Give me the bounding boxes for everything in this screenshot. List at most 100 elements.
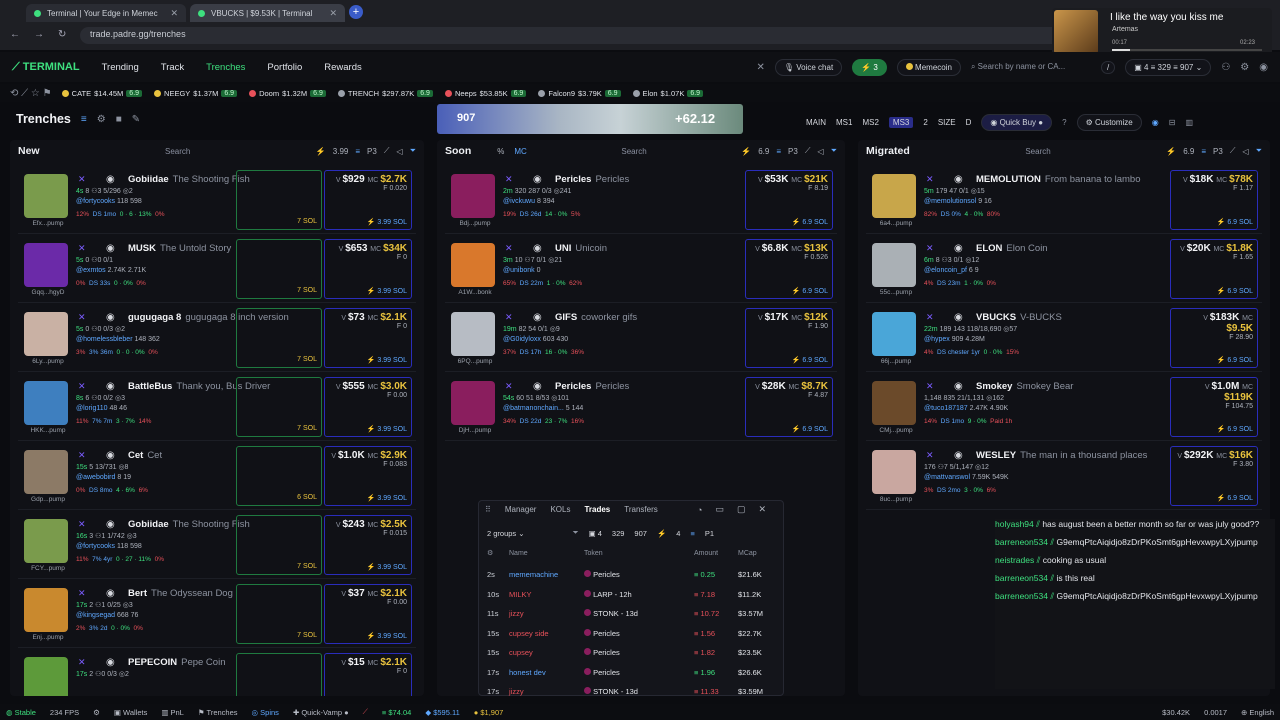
close-icon[interactable]: ✕ xyxy=(758,504,766,515)
mode-ms1[interactable]: MS1 xyxy=(836,118,852,127)
social-x-icon[interactable]: ✕ xyxy=(78,519,86,530)
token-avatar[interactable] xyxy=(872,450,916,494)
mode-ms2[interactable]: MS2 xyxy=(862,118,878,127)
trade-row[interactable]: 17s honest dev Pericles ≡ 1.96 $26.6K xyxy=(479,663,785,682)
trade-token[interactable]: Pericles xyxy=(584,628,694,638)
creator-handle[interactable]: @tuco187187 xyxy=(924,405,968,412)
quick-buy-box[interactable]: 7 SOL xyxy=(236,377,322,437)
ticker-item[interactable]: TRENCH $297.87K 6.9 xyxy=(337,89,433,98)
mode-2[interactable]: 2 xyxy=(923,118,927,127)
social-x-icon[interactable]: ✕ xyxy=(926,381,934,392)
eye-icon[interactable]: ◉ xyxy=(954,174,963,185)
buy-button[interactable]: ⚡ 6.9 SOL xyxy=(1217,494,1253,502)
spins-button[interactable]: ◎ Spins xyxy=(252,708,279,717)
buy-button[interactable]: ⚡ 6.9 SOL xyxy=(792,425,828,433)
eye-icon[interactable]: ◉ xyxy=(106,174,115,185)
edit-icon[interactable]: ✎ xyxy=(132,114,140,125)
social-x-icon[interactable]: ✕ xyxy=(926,312,934,323)
social-x-icon[interactable]: ✕ xyxy=(505,174,513,185)
token-card[interactable]: CMj...pump ✕ ◉ Smokey Smokey Bear 1,148 8… xyxy=(866,377,1262,441)
creator-handle[interactable]: @fortycooks xyxy=(76,198,115,205)
new-tab-button[interactable]: + xyxy=(349,5,363,19)
creator-handle[interactable]: @exmtos xyxy=(76,267,106,274)
trader-name[interactable]: honest dev xyxy=(509,668,584,677)
memecoin-toggle[interactable]: Memecoin xyxy=(896,58,961,76)
ticker-item[interactable]: Falcon9 $3.79K 6.9 xyxy=(538,89,621,98)
creator-handle[interactable]: @memolutionsol xyxy=(924,198,976,205)
buy-button[interactable]: ⚡ 6.9 SOL xyxy=(1217,218,1253,226)
token-avatar[interactable] xyxy=(24,450,68,494)
layout-icon[interactable]: ▥ xyxy=(1185,118,1193,127)
chart-icon[interactable]: ⟋ xyxy=(1230,146,1236,156)
token-address[interactable]: A1W...bonk xyxy=(445,289,505,296)
column-preset[interactable]: P3 xyxy=(1213,147,1223,156)
mute-icon[interactable]: ◁ xyxy=(817,147,823,156)
social-x-icon[interactable]: ✕ xyxy=(78,312,86,323)
trader-name[interactable]: mememachine xyxy=(509,570,584,579)
buy-button[interactable]: ⚡ 3.99 SOL xyxy=(367,632,407,640)
online-badge[interactable]: ⚡ 3 xyxy=(852,58,887,76)
quick-buy-box[interactable]: 7 SOL xyxy=(236,170,322,230)
token-card[interactable]: 55c...pump ✕ ◉ ELON Elon Coin 6m 8 ⚇3 0/1… xyxy=(866,239,1262,303)
buy-button[interactable]: ⚡ 3.99 SOL xyxy=(367,218,407,226)
token-address[interactable]: 55c...pump xyxy=(866,289,926,296)
token-card[interactable]: 6Ly...pump ✕ ◉ gugugaga 8 gugugaga 8 inch… xyxy=(18,308,416,372)
eye-icon[interactable]: ◉ xyxy=(533,174,542,185)
wallet-summary[interactable]: ▣ 4 ≡ 329 ≡ 907 ⌄ xyxy=(1125,58,1212,76)
trenches-button[interactable]: ⚑ Trenches xyxy=(198,708,238,717)
eye-icon[interactable]: ◉ xyxy=(106,450,115,461)
eye-icon[interactable]: ◉ xyxy=(954,450,963,461)
browser-tab-terminal[interactable]: Terminal | Your Edge in Memec ✕ xyxy=(26,4,186,22)
token-avatar[interactable] xyxy=(24,657,68,696)
stop-icon[interactable]: ■ xyxy=(116,114,122,125)
token-avatar[interactable] xyxy=(872,312,916,356)
quick-buy-box[interactable]: 7 SOL xyxy=(236,239,322,299)
creator-handle[interactable]: @hypex xyxy=(924,336,950,343)
groups-select[interactable]: 2 groups ⌄ xyxy=(487,529,525,538)
buy-sol-amount[interactable]: 7 SOL xyxy=(297,563,317,570)
filter-icon[interactable]: ⏷ xyxy=(573,528,579,538)
social-x-icon[interactable]: ✕ xyxy=(78,588,86,599)
buy-sol-amount[interactable]: 7 SOL xyxy=(297,287,317,294)
mute-icon[interactable]: ◁ xyxy=(1242,147,1248,156)
social-x-icon[interactable]: ✕ xyxy=(926,174,934,185)
token-address[interactable]: 6PQ...pump xyxy=(445,358,505,365)
column-search[interactable]: Search xyxy=(621,147,646,156)
browser-tab-vbucks[interactable]: VBUCKS | $9.53K | Terminal ✕ xyxy=(190,4,345,22)
creator-handle[interactable]: @awebobird xyxy=(76,474,115,481)
trader-name[interactable]: MILKY xyxy=(509,590,584,599)
token-card[interactable]: Gqq...hgyD ✕ ◉ MUSK The Untold Story 5s 0… xyxy=(18,239,416,303)
profile-icon[interactable]: ◉ xyxy=(1259,62,1268,73)
token-avatar[interactable] xyxy=(451,312,495,356)
bell-icon[interactable]: ◔ xyxy=(697,505,702,515)
token-address[interactable]: Gdp...pump xyxy=(18,496,78,503)
token-card[interactable]: 66j...pump ✕ ◉ VBUCKS V-BUCKS 22m 189 143… xyxy=(866,308,1262,372)
creator-handle[interactable]: @ivckuwu xyxy=(503,198,535,205)
mode-ms3[interactable]: MS3 xyxy=(888,117,914,128)
token-avatar[interactable] xyxy=(24,174,68,218)
gear-icon[interactable]: ⚙ xyxy=(1240,62,1249,73)
column-preset[interactable]: P3 xyxy=(367,147,377,156)
buy-button[interactable]: ⚡ 3.99 SOL xyxy=(367,563,407,571)
social-x-icon[interactable]: ✕ xyxy=(926,243,934,254)
list-view-icon[interactable]: ≡ xyxy=(81,114,87,125)
trade-token[interactable]: Pericles xyxy=(584,667,694,677)
tab-manager[interactable]: Manager xyxy=(505,505,537,514)
buy-button[interactable]: ⚡ 6.9 SOL xyxy=(792,287,828,295)
token-address[interactable]: 6a4...pump xyxy=(866,220,926,227)
chat-username[interactable]: barreneon534 xyxy=(995,591,1048,601)
chat-username[interactable]: barreneon534 xyxy=(995,573,1048,583)
token-avatar[interactable] xyxy=(872,381,916,425)
buy-sol-amount[interactable]: 7 SOL xyxy=(297,425,317,432)
tab-kols[interactable]: KOLs xyxy=(550,505,570,514)
trader-name[interactable]: cupsey side xyxy=(509,629,584,638)
token-address[interactable]: CMj...pump xyxy=(866,427,926,434)
trader-name[interactable]: cupsey xyxy=(509,648,584,657)
eye-icon[interactable]: ◉ xyxy=(106,657,115,668)
eye-icon[interactable]: ◉ xyxy=(954,243,963,254)
chat-username[interactable]: neistrades xyxy=(995,555,1034,565)
column-search[interactable]: Search xyxy=(165,147,190,156)
forward-icon[interactable]: → xyxy=(34,29,44,40)
grid-view-icon[interactable]: ⚙ xyxy=(97,114,106,125)
token-avatar[interactable] xyxy=(872,174,916,218)
